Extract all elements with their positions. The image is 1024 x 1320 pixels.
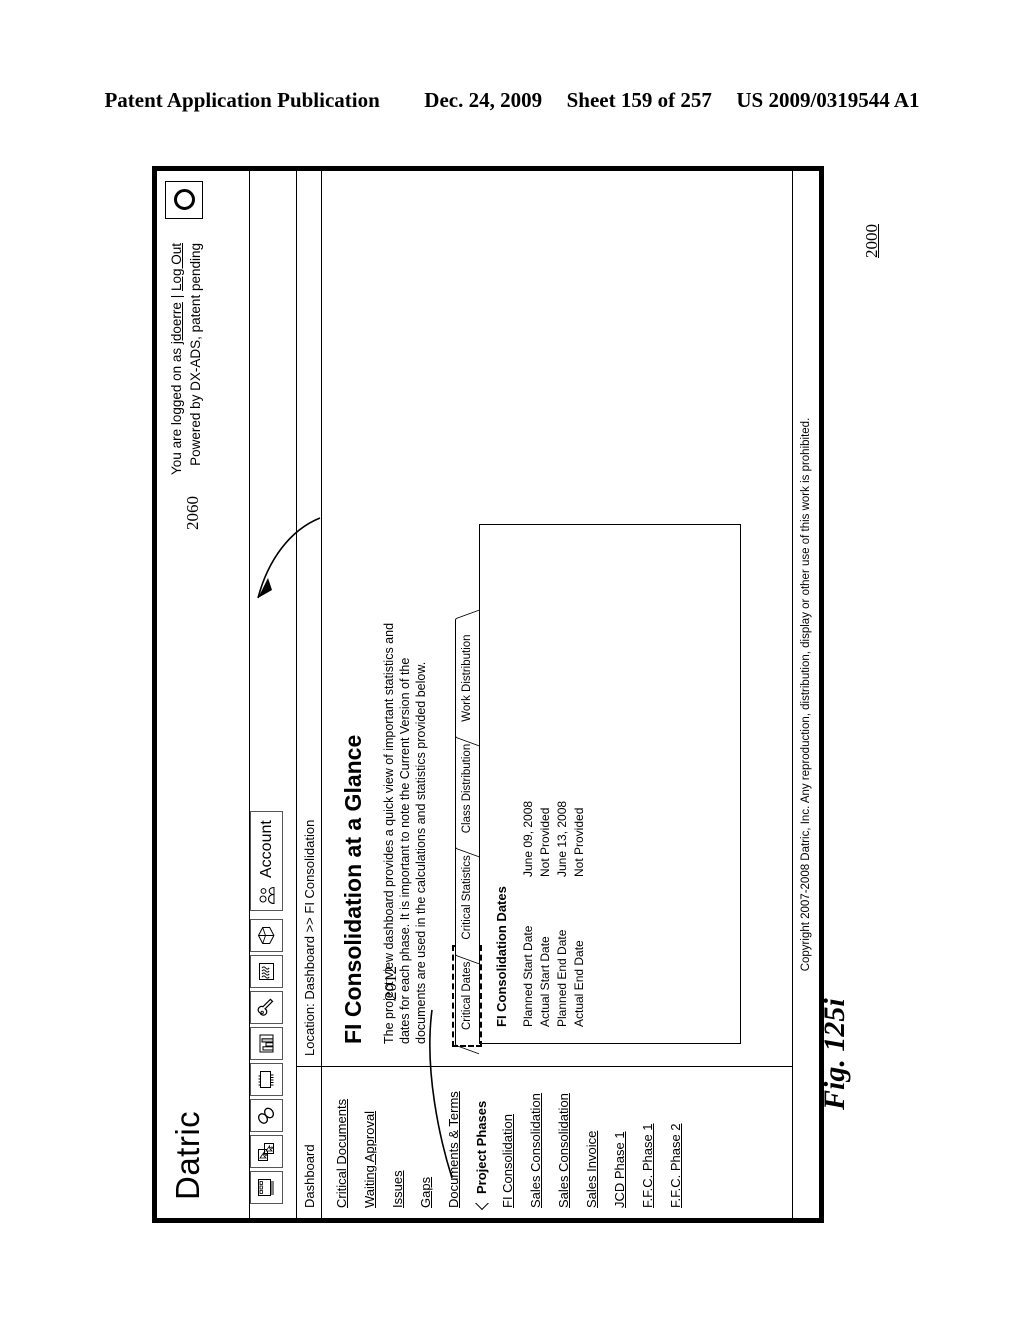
account-button[interactable]: Account bbox=[250, 811, 283, 911]
chevron-down-icon bbox=[474, 1195, 489, 1211]
table-row: Planned End Date June 13, 2008 bbox=[555, 801, 572, 1027]
sidebar-item-jcd-phase-1[interactable]: JCD Phase 1 bbox=[612, 1067, 627, 1208]
tab-edge-left bbox=[455, 1033, 479, 1055]
tab-work-distribution[interactable]: Work Distribution bbox=[455, 610, 479, 747]
sidebar-group-label: Project Phases bbox=[474, 1100, 489, 1194]
login-status-line: You are logged on as jdoerre | Log Out bbox=[167, 243, 186, 475]
copyright-footer: Copyright 2007-2008 Datric, Inc. Any rep… bbox=[792, 171, 819, 1218]
figure-screenshot-wrapper: Datric You are logged on as jdoerre | Lo… bbox=[152, 166, 824, 1223]
tab-edge-top bbox=[455, 734, 456, 843]
tab-edge-right bbox=[455, 610, 479, 631]
username-link[interactable]: jdoerre bbox=[169, 302, 184, 344]
planned-end-date-value: June 13, 2008 bbox=[555, 800, 569, 877]
actual-end-date-value: Not Provided bbox=[572, 807, 586, 877]
tab-work-distribution-label: Work Distribution bbox=[461, 634, 473, 722]
waves-icon[interactable] bbox=[250, 955, 283, 988]
document-chip-icon[interactable] bbox=[250, 1171, 283, 1204]
tab-critical-statistics-label: Critical Statistics bbox=[461, 855, 473, 940]
figure-reference-2000: 2000 bbox=[862, 224, 881, 258]
figure-reference-2060: 2060 bbox=[183, 496, 202, 530]
sidebar: Critical Documents Waiting Approval Issu… bbox=[322, 1066, 792, 1218]
chip-icon[interactable] bbox=[250, 1063, 283, 1096]
tab-class-distribution[interactable]: Class Distribution bbox=[455, 719, 479, 858]
powered-by-text: Powered by DX-ADS, patent pending bbox=[188, 243, 203, 466]
tab-edge-top bbox=[455, 952, 456, 1039]
sidebar-item-issues[interactable]: Issues bbox=[390, 1067, 405, 1208]
application-window: Datric You are logged on as jdoerre | Lo… bbox=[152, 166, 824, 1223]
wrench-icon[interactable] bbox=[250, 991, 283, 1024]
sidebar-item-documents-and-terms[interactable]: Documents & Terms bbox=[446, 1067, 461, 1208]
planned-end-date-label: Planned End Date bbox=[555, 929, 569, 1027]
login-status-text: You are logged on as bbox=[169, 344, 184, 475]
patent-sheet-text: Sheet 159 of 257 bbox=[566, 88, 712, 112]
patent-publication-text: Patent Application Publication bbox=[104, 88, 380, 112]
page-title: FI Consolidation at a Glance bbox=[340, 734, 366, 1044]
app-logo: Datric bbox=[169, 1110, 206, 1200]
tab-class-distribution-label: Class Distribution bbox=[461, 743, 473, 834]
login-status-block: You are logged on as jdoerre | Log Out P… bbox=[167, 243, 205, 475]
table-row: Actual Start Date Not Provided bbox=[538, 801, 555, 1027]
nav-tab-dashboard[interactable]: Dashboard bbox=[297, 1066, 321, 1218]
people-icon bbox=[259, 886, 274, 905]
critical-dates-panel: FI Consolidation Dates Planned Start Dat… bbox=[479, 524, 741, 1044]
actual-end-date-label: Actual End Date bbox=[572, 940, 586, 1027]
tab-critical-statistics[interactable]: Critical Statistics bbox=[455, 830, 479, 964]
help-circle-button[interactable] bbox=[165, 181, 203, 219]
tab-edge-top bbox=[455, 625, 456, 731]
planned-start-date-label: Planned Start Date bbox=[521, 925, 535, 1027]
sidebar-item-sales-consolidation-1[interactable]: Sales Consolidation bbox=[528, 1067, 543, 1208]
sidebar-group-project-phases[interactable]: Project Phases bbox=[474, 1067, 489, 1211]
ring-icon bbox=[173, 189, 195, 211]
paperclip-link-icon[interactable] bbox=[250, 1099, 283, 1132]
tab-strip: Critical Dates Critical Statistics Class… bbox=[453, 524, 480, 1057]
log-out-link[interactable]: Log Out bbox=[169, 243, 184, 291]
account-button-label: Account bbox=[257, 820, 275, 878]
sidebar-item-waiting-approval[interactable]: Waiting Approval bbox=[362, 1067, 377, 1208]
table-row: Actual End Date Not Provided bbox=[572, 801, 589, 1027]
sidebar-item-gaps[interactable]: Gaps bbox=[418, 1067, 433, 1208]
panel-title: FI Consolidation Dates bbox=[494, 886, 509, 1027]
app-body: Critical Documents Waiting Approval Issu… bbox=[322, 171, 792, 1218]
sidebar-item-critical-documents[interactable]: Critical Documents bbox=[334, 1067, 349, 1208]
nav-strip: Dashboard Location: Dashboard >> FI Cons… bbox=[297, 171, 322, 1218]
actual-start-date-value: Not Provided bbox=[538, 807, 552, 877]
sidebar-item-fi-consolidation[interactable]: FI Consolidation bbox=[500, 1067, 515, 1208]
table-row: Planned Start Date June 09, 2008 bbox=[521, 801, 538, 1027]
tab-edge-top bbox=[455, 846, 456, 949]
tab-critical-dates-label: Critical Dates bbox=[461, 961, 473, 1030]
breadcrumb: Location: Dashboard >> FI Consolidation bbox=[301, 819, 317, 1056]
main-content: FI Consolidation at a Glance The project… bbox=[322, 171, 792, 1066]
patent-header: Patent Application Publication Dec. 24, … bbox=[0, 88, 1024, 113]
login-separator: | bbox=[169, 291, 184, 303]
cursor-select-icon[interactable] bbox=[250, 1135, 283, 1168]
sidebar-item-sales-invoice[interactable]: Sales Invoice bbox=[584, 1067, 599, 1208]
bar-chart-icon[interactable] bbox=[250, 1027, 283, 1060]
patent-number-text: US 2009/0319544 A1 bbox=[736, 88, 920, 112]
dates-table: Planned Start Date June 09, 2008 Actual … bbox=[521, 801, 589, 1027]
app-toolbar: Account bbox=[250, 171, 297, 1218]
planned-start-date-value: June 09, 2008 bbox=[521, 800, 535, 877]
actual-start-date-label: Actual Start Date bbox=[538, 936, 552, 1027]
nav-tab-dashboard-label: Dashboard bbox=[301, 1144, 317, 1208]
app-top-band: Datric You are logged on as jdoerre | Lo… bbox=[157, 171, 250, 1218]
sidebar-item-ffc-phase-2[interactable]: F.F.C. Phase 2 bbox=[668, 1067, 683, 1208]
sidebar-item-ffc-phase-1[interactable]: F.F.C. Phase 1 bbox=[640, 1067, 655, 1208]
patent-date-text: Dec. 24, 2009 bbox=[424, 88, 543, 112]
cube-pie-icon[interactable] bbox=[250, 919, 283, 952]
figure-reference-2012: 2012 bbox=[381, 966, 400, 1000]
sidebar-item-sales-consolidation-2[interactable]: Sales Consolidation bbox=[556, 1067, 571, 1208]
